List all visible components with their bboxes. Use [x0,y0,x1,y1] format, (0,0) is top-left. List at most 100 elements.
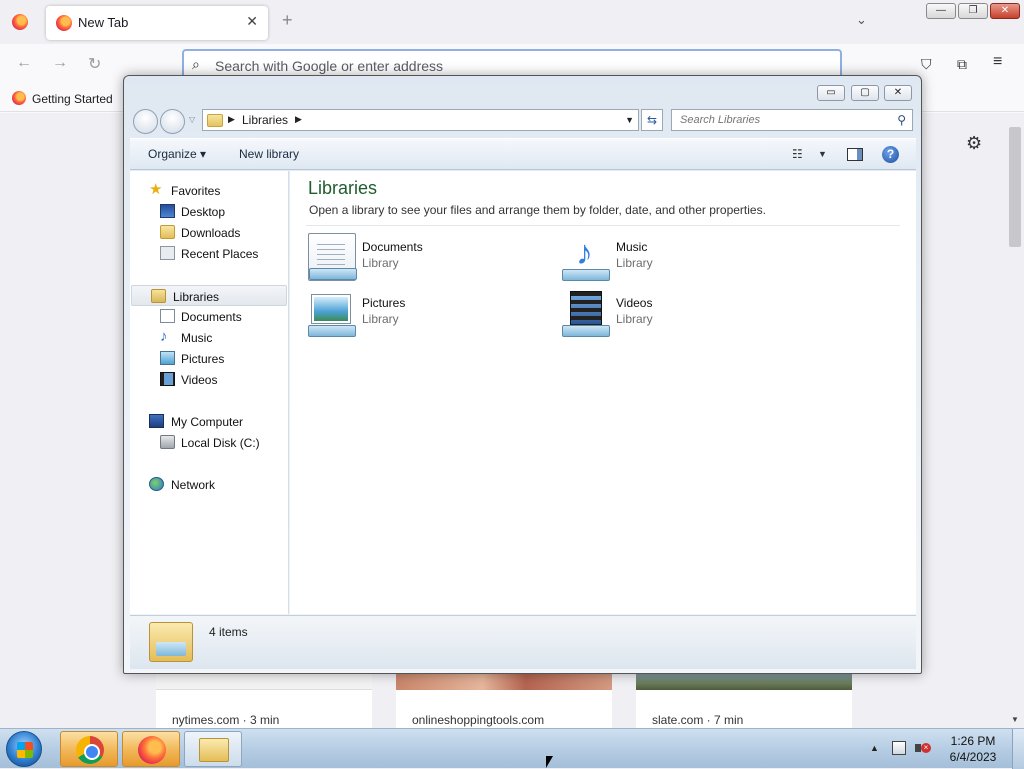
nav-desktop[interactable]: Desktop [130,201,288,222]
nav-favorites[interactable]: ★ Favorites [130,180,288,201]
windows-logo-icon [17,742,33,758]
breadcrumb-arrow-icon[interactable]: ▶ [295,114,302,125]
search-icon[interactable]: ⚲ [897,113,906,127]
documents-library-icon [308,233,357,281]
content-pane: Libraries Open a library to see your fil… [290,171,916,614]
search-input[interactable] [672,110,888,130]
minimize-button[interactable]: ▭ [817,85,845,101]
taskbar-explorer[interactable] [184,731,242,767]
new-tab-button[interactable]: + [282,10,293,31]
hard-disk-icon [160,435,175,449]
firefox-icon [12,91,26,105]
breadcrumb-arrow-icon[interactable]: ▶ [228,114,235,125]
details-pane: 4 items [130,615,916,669]
nav-recent-places[interactable]: Recent Places [130,243,288,264]
clock-time[interactable]: 1:26 PM [944,734,1002,748]
tab-title: New Tab [78,15,129,30]
search-icon: ⌕ [192,56,200,72]
breadcrumb-libraries[interactable]: Libraries [242,113,288,127]
recent-pages-dropdown[interactable]: ▽ [189,115,195,124]
story-source: nytimes.com · 3 min [172,713,280,727]
nav-local-disk[interactable]: Local Disk (C:) [130,432,288,453]
nav-label: Favorites [171,184,221,198]
gear-icon[interactable]: ⚙ [966,133,982,154]
desktop-icon [160,204,175,218]
library-videos[interactable]: Videos Library [562,289,802,339]
tab-new-tab[interactable]: New Tab ✕ [46,6,268,40]
maximize-button[interactable]: ▢ [851,85,879,101]
taskbar-chrome[interactable] [60,731,118,767]
reload-icon[interactable]: ↻ [88,54,101,74]
back-button[interactable] [133,109,158,134]
chevron-down-icon[interactable]: ⌄ [856,12,867,28]
library-documents[interactable]: Documents Library [308,233,548,283]
chrome-icon [76,736,104,764]
tab-strip: New Tab ✕ + ⌄ — ❐ ✕ [0,0,1024,44]
browser-restore-button[interactable]: ❐ [958,3,988,19]
nav-music[interactable]: ♪ Music [130,327,288,348]
address-bar[interactable]: ▶ Libraries ▶ ▼ [202,109,639,131]
page-description: Open a library to see your files and arr… [309,203,766,217]
story-card[interactable]: nytimes.com · 3 min [156,668,372,728]
firefox-icon[interactable] [12,14,28,30]
libraries-icon [207,114,223,127]
library-name: Music [616,240,648,254]
page-scrollbar[interactable]: ▼ [1006,113,1024,728]
more-options-icon[interactable]: ▼ [818,149,827,159]
close-button[interactable]: ✕ [884,85,912,101]
organize-button[interactable]: Organize ▾ [148,147,206,161]
help-icon[interactable]: ? [882,146,899,163]
library-music[interactable]: ♪ Music Library [562,233,802,283]
library-pictures[interactable]: Pictures Library [308,289,548,339]
scrollbar-thumb[interactable] [1009,127,1021,247]
scroll-down-icon[interactable]: ▼ [1011,715,1019,724]
browser-minimize-button[interactable]: — [926,3,956,19]
story-card[interactable]: slate.com · 7 min [636,668,852,728]
story-source: slate.com · 7 min [652,713,744,727]
nav-libraries[interactable]: Libraries [131,285,287,306]
nav-label: Local Disk (C:) [181,436,260,450]
nav-videos[interactable]: Videos [130,369,288,390]
story-card[interactable]: onlineshoppingtools.com [396,668,612,728]
nav-label: Recent Places [181,247,259,261]
item-count: 4 items [209,625,248,639]
refresh-button[interactable]: ⇆ [641,109,663,131]
extensions-icon[interactable]: ⧉ [957,56,967,73]
change-view-icon[interactable]: ☷ [792,147,803,161]
preview-pane-icon[interactable] [847,148,863,161]
nav-network[interactable]: Network [130,474,288,495]
pocket-icon[interactable]: ⛉ [921,56,932,73]
library-type: Library [362,312,399,326]
film-strip-icon [160,372,175,386]
nav-label: Desktop [181,205,226,219]
address-dropdown-icon[interactable]: ▼ [625,115,634,125]
search-box[interactable]: ⚲ [671,109,913,131]
clock-date[interactable]: 6/4/2023 [944,750,1002,764]
browser-close-button[interactable]: ✕ [990,3,1020,19]
show-desktop-button[interactable] [1012,729,1024,769]
start-button[interactable] [6,731,42,767]
nav-downloads[interactable]: Downloads [130,222,288,243]
close-icon[interactable]: ✕ [246,13,258,30]
back-arrow-icon[interactable]: ← [16,54,32,72]
page-title: Libraries [308,178,378,198]
url-placeholder[interactable]: Search with Google or enter address [215,58,443,74]
music-library-icon: ♪ [562,233,610,281]
nav-label: Downloads [181,226,241,240]
nav-pictures[interactable]: Pictures [130,348,288,369]
taskbar-firefox[interactable] [122,731,180,767]
forward-arrow-icon[interactable]: → [52,54,68,72]
nav-label: Documents [181,310,242,324]
mute-badge: × [921,743,931,753]
nav-documents[interactable]: Documents [130,306,288,327]
volume-muted-icon[interactable]: × [915,741,931,755]
network-tray-icon[interactable] [892,741,906,755]
show-hidden-icons-button[interactable]: ▲ [870,743,879,753]
forward-button[interactable] [160,109,185,134]
nav-label: Network [171,478,216,492]
nav-my-computer[interactable]: My Computer [130,411,288,432]
hamburger-menu-icon[interactable]: ≡ [993,53,1002,71]
new-library-button[interactable]: New library [239,147,299,161]
bookmark-getting-started[interactable]: Getting Started [32,92,113,106]
recent-places-icon [160,246,175,260]
